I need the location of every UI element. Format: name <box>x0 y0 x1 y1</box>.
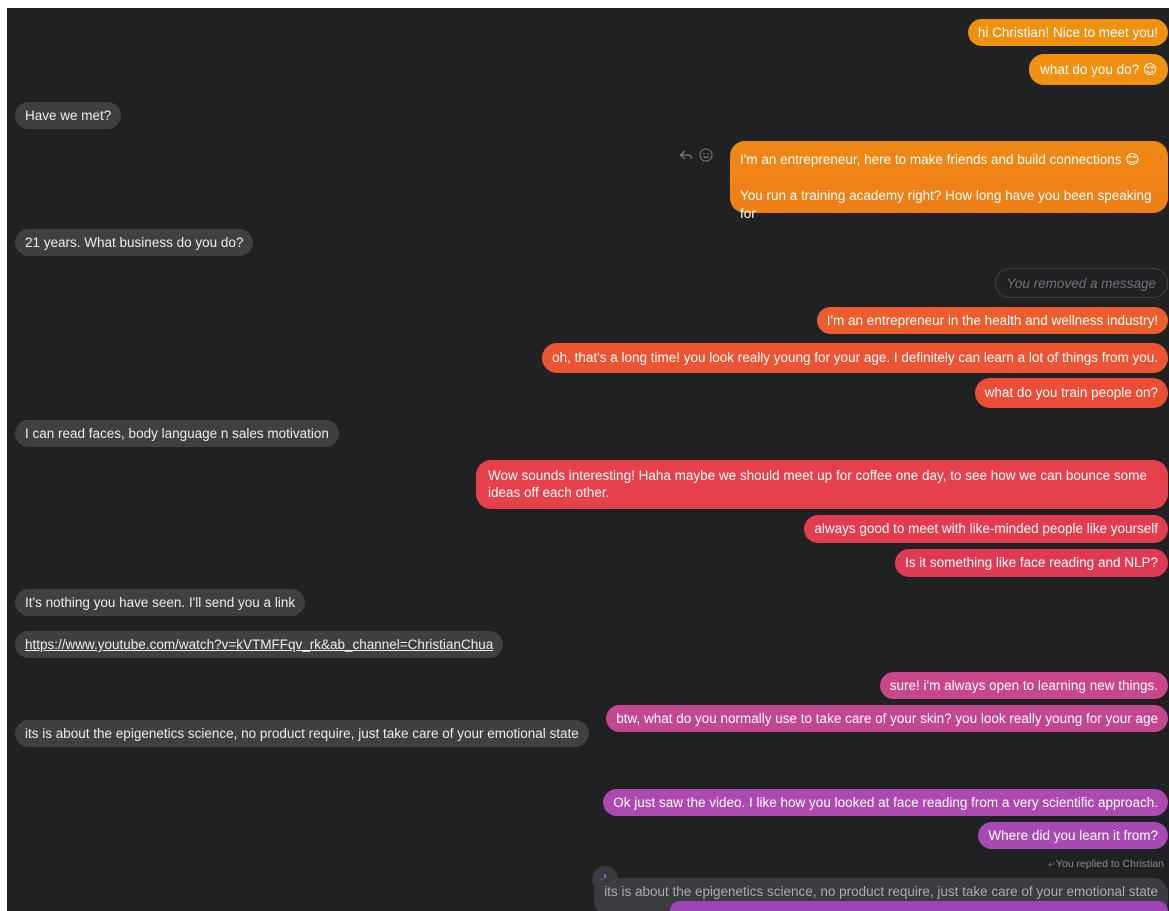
outgoing-message[interactable]: Is it something like face reading and NL… <box>895 549 1168 577</box>
reply-icon[interactable] <box>679 148 693 162</box>
chat-thread: hi Christian! Nice to meet you! what do … <box>7 8 1169 911</box>
emoji-reaction-icon[interactable] <box>699 148 713 162</box>
reply-arrow-icon: ⤶ <box>1048 859 1054 870</box>
incoming-message[interactable]: its is about the epigenetics science, no… <box>15 720 589 747</box>
incoming-message[interactable]: Have we met? <box>15 102 122 129</box>
incoming-link-message[interactable]: https://www.youtube.com/watch?v=kVTMFFqv… <box>15 631 504 658</box>
outgoing-message-partial <box>670 901 1168 911</box>
removed-message-placeholder: You removed a message <box>994 268 1168 298</box>
outgoing-message[interactable]: Wow sounds interesting! Haha maybe we sh… <box>476 460 1168 509</box>
outgoing-message[interactable]: I'm an entrepreneur, here to make friend… <box>730 141 1168 221</box>
incoming-message[interactable]: I can read faces, body language n sales … <box>15 420 339 447</box>
outgoing-message[interactable]: always good to meet with like-minded peo… <box>804 515 1168 543</box>
outgoing-message[interactable]: I'm an entrepreneur in the health and we… <box>816 307 1168 334</box>
outgoing-message[interactable]: what do you train people on? <box>974 378 1168 408</box>
outgoing-message[interactable]: btw, what do you normally use to take ca… <box>606 705 1168 732</box>
outgoing-message[interactable]: sure! i'm always open to learning new th… <box>879 672 1168 699</box>
outgoing-message[interactable]: hi Christian! Nice to meet you! <box>967 19 1168 46</box>
reply-indicator: ⤶ You replied to Christian <box>1048 858 1164 870</box>
outgoing-message[interactable]: Ok just saw the video. I like how you lo… <box>603 789 1168 816</box>
reply-indicator-label: You replied to Christian <box>1055 858 1164 870</box>
incoming-message[interactable]: It's nothing you have seen. I'll send yo… <box>15 589 306 616</box>
outgoing-message[interactable]: Where did you learn it from? <box>978 822 1168 849</box>
message-hover-actions <box>679 148 713 162</box>
outgoing-message[interactable]: what do you do? 😌 <box>1029 54 1168 85</box>
incoming-message[interactable]: 21 years. What business do you do? <box>15 229 254 256</box>
outgoing-message[interactable]: oh, that's a long time! you look really … <box>542 343 1168 373</box>
